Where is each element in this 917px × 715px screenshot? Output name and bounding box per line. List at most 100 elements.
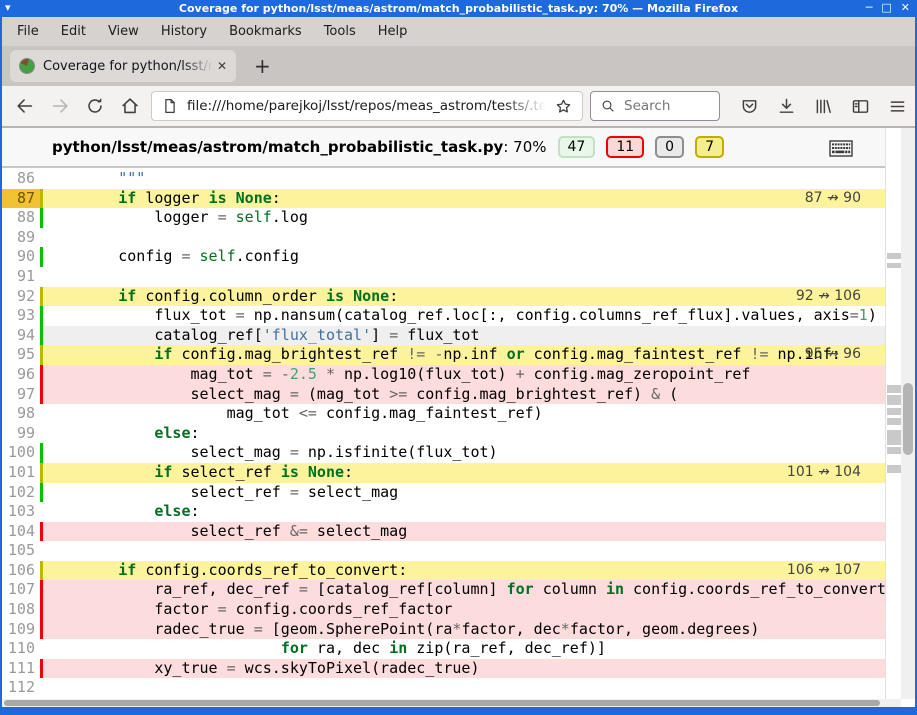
line-number-104[interactable]: 104 <box>2 522 40 542</box>
search-box[interactable]: Search <box>590 91 720 121</box>
line-number-108[interactable]: 108 <box>2 600 40 620</box>
line-number-106[interactable]: 106 <box>2 561 40 581</box>
code-text <box>40 267 885 287</box>
line-number-107[interactable]: 107 <box>2 580 40 600</box>
firefox-window: ▾ Coverage for python/lsst/meas/astrom/m… <box>0 0 917 715</box>
source-line-91: 91 <box>2 267 901 287</box>
url-text[interactable]: file:///home/parejkoj/lsst/repos/meas_as… <box>187 98 546 114</box>
code-text: catalog_ref['flux_total'] = flux_tot <box>40 326 885 346</box>
sidebar-icon[interactable] <box>850 96 871 117</box>
line-number-100[interactable]: 100 <box>2 443 40 463</box>
navigation-toolbar: file:///home/parejkoj/lsst/repos/meas_as… <box>2 86 915 126</box>
line-number-101[interactable]: 101 <box>2 463 40 483</box>
menu-history[interactable]: History <box>150 22 218 41</box>
line-number-111[interactable]: 111 <box>2 659 40 679</box>
branch-annotation: 95 ↛ 96 <box>805 345 861 365</box>
line-number-89[interactable]: 89 <box>2 228 40 248</box>
line-number-94[interactable]: 94 <box>2 326 40 346</box>
line-number-90[interactable]: 90 <box>2 247 40 267</box>
source-line-99: 99 else: <box>2 424 901 444</box>
code-text: select_mag = (mag_tot >= config.mag_brig… <box>40 385 885 405</box>
line-number-92[interactable]: 92 <box>2 287 40 307</box>
horizontal-scrollbar[interactable] <box>2 699 901 707</box>
code-text: select_ref = select_mag <box>40 483 885 503</box>
menu-bookmarks[interactable]: Bookmarks <box>218 22 313 41</box>
menu-file[interactable]: File <box>6 22 50 41</box>
library-icon[interactable] <box>813 96 834 117</box>
missed-line-marker <box>887 447 901 454</box>
code-text: select_ref &= select_mag <box>40 522 885 542</box>
line-number-98[interactable]: 98 <box>2 404 40 424</box>
hamburger-menu-icon[interactable] <box>887 96 908 117</box>
source-line-110: 110 for ra, dec in zip(ra_ref, dec_ref)] <box>2 639 901 659</box>
tab-coverage[interactable]: Coverage for python/lsst/mea ✕ <box>10 50 236 82</box>
branch-annotation: 106 ↛ 107 <box>787 561 861 581</box>
bookmark-star-icon[interactable] <box>554 97 573 116</box>
menu-view[interactable]: View <box>97 22 150 41</box>
line-number-105[interactable]: 105 <box>2 541 40 561</box>
source-line-86: 86 """ <box>2 169 901 189</box>
line-number-95[interactable]: 95 <box>2 345 40 365</box>
line-number-87[interactable]: 87 <box>2 189 40 209</box>
line-number-110[interactable]: 110 <box>2 639 40 659</box>
menu-help[interactable]: Help <box>367 22 419 41</box>
vertical-scrollbar-thumb[interactable] <box>903 383 913 455</box>
close-button[interactable]: ✕ <box>901 1 910 14</box>
line-number-91[interactable]: 91 <box>2 267 40 287</box>
source-line-106: 106 if config.coords_ref_to_convert:106 … <box>2 561 901 581</box>
line-number-86[interactable]: 86 <box>2 169 40 189</box>
source-line-92: 92 if config.column_order is None:92 ↛ 1… <box>2 287 901 307</box>
reload-button[interactable] <box>81 92 109 120</box>
line-number-112[interactable]: 112 <box>2 678 40 698</box>
line-number-109[interactable]: 109 <box>2 620 40 640</box>
source-line-88: 88 logger = self.log <box>2 208 901 228</box>
keyboard-shortcuts-icon[interactable] <box>829 140 853 157</box>
line-number-103[interactable]: 103 <box>2 502 40 522</box>
code-text <box>40 678 885 698</box>
line-number-96[interactable]: 96 <box>2 365 40 385</box>
tab-bar: Coverage for python/lsst/mea ✕ + <box>2 46 915 86</box>
page-icon <box>161 97 179 115</box>
title-bar[interactable]: ▾ Coverage for python/lsst/meas/astrom/m… <box>0 0 917 17</box>
count-button-par[interactable]: 7 <box>695 136 724 158</box>
source-line-104: 104 select_ref &= select_mag <box>2 522 901 542</box>
source-line-90: 90 config = self.config <box>2 247 901 267</box>
maximize-button[interactable]: □ <box>881 1 891 14</box>
minimize-button[interactable]: ─ <box>866 1 873 14</box>
count-button-run[interactable]: 47 <box>558 136 596 158</box>
count-button-mis[interactable]: 11 <box>606 136 644 158</box>
count-button-exc[interactable]: 0 <box>655 136 684 158</box>
coverage-buttons: 47 11 07 <box>547 136 725 158</box>
menu-edit[interactable]: Edit <box>50 22 97 41</box>
line-number-97[interactable]: 97 <box>2 385 40 405</box>
source-line-96: 96 mag_tot = -2.5 * np.log10(flux_tot) +… <box>2 365 901 385</box>
window-menu-icon[interactable]: ▾ <box>5 1 11 14</box>
home-button[interactable] <box>116 92 144 120</box>
new-tab-button[interactable]: + <box>254 56 271 76</box>
horizontal-scrollbar-thumb[interactable] <box>4 700 880 706</box>
line-number-102[interactable]: 102 <box>2 483 40 503</box>
back-button[interactable] <box>11 92 39 120</box>
forward-button[interactable] <box>46 92 74 120</box>
code-text: else: <box>40 502 885 522</box>
line-number-93[interactable]: 93 <box>2 306 40 326</box>
tab-title: Coverage for python/lsst/mea <box>43 59 213 74</box>
menu-bar: FileEditViewHistoryBookmarksToolsHelp <box>2 17 915 46</box>
source-line-105: 105 <box>2 541 901 561</box>
pocket-icon[interactable] <box>739 96 760 117</box>
vertical-scrollbar[interactable] <box>901 128 915 699</box>
downloads-icon[interactable] <box>776 96 797 117</box>
line-number-99[interactable]: 99 <box>2 424 40 444</box>
tab-close-icon[interactable]: ✕ <box>217 59 227 73</box>
code-text <box>40 541 885 561</box>
missed-line-marker <box>887 430 901 445</box>
line-number-88[interactable]: 88 <box>2 208 40 228</box>
menu-tools[interactable]: Tools <box>313 22 367 41</box>
missed-line-marker <box>887 465 901 473</box>
url-bar[interactable]: file:///home/parejkoj/lsst/repos/meas_as… <box>151 91 583 121</box>
source-line-108: 108 factor = config.coords_ref_factor <box>2 600 901 620</box>
source-line-100: 100 select_mag = np.isfinite(flux_tot) <box>2 443 901 463</box>
source-line-93: 93 flux_tot = np.nansum(catalog_ref.loc[… <box>2 306 901 326</box>
code-text: if logger is None: <box>40 189 885 209</box>
source-line-98: 98 mag_tot <= config.mag_faintest_ref) <box>2 404 901 424</box>
